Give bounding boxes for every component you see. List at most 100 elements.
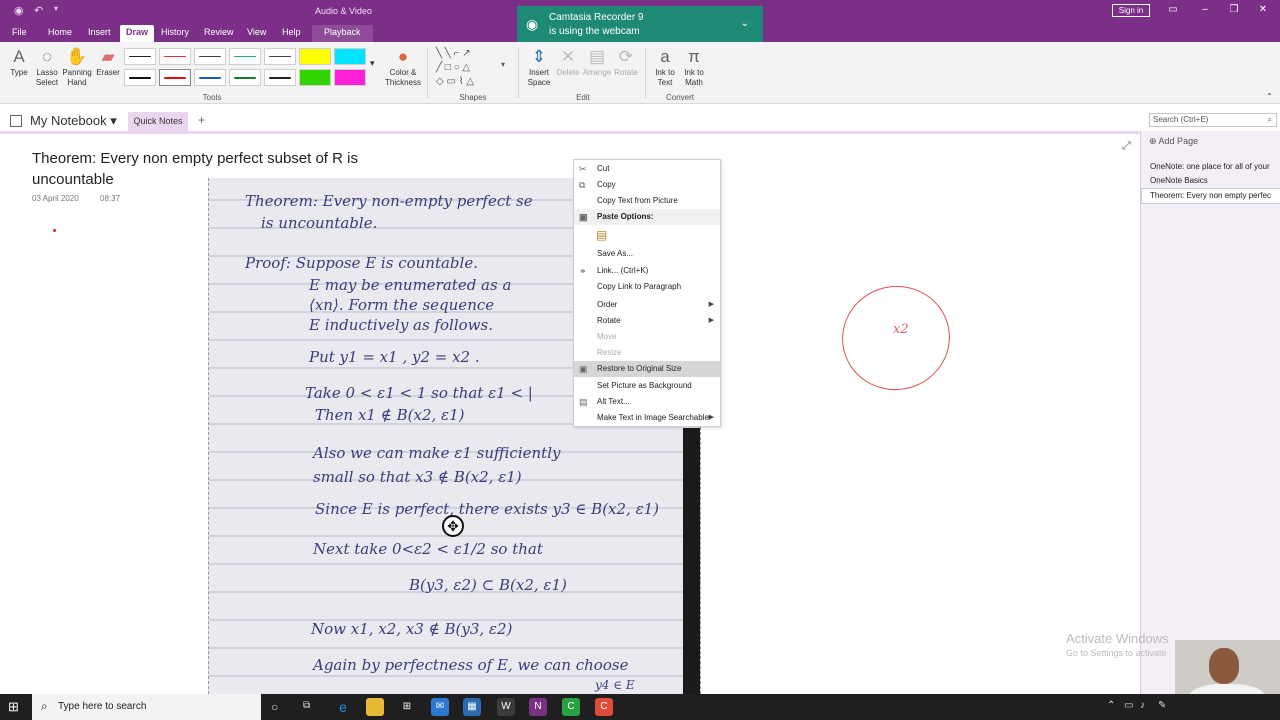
search-input[interactable]: Search (Ctrl+E) ⌕ — [1149, 113, 1277, 127]
pen-green-thick[interactable] — [229, 69, 261, 86]
rectangle-shape-icon[interactable]: ╱ □ ○ △ — [436, 62, 470, 73]
task-view-icon[interactable]: ⧉ — [303, 700, 310, 711]
eraser-tool[interactable]: ▰ Eraser — [94, 46, 122, 78]
menu-item-set-picture-background[interactable]: Set Picture as Background — [574, 378, 720, 394]
pen-darkgray-thick[interactable] — [264, 69, 296, 86]
pen-blue-thin[interactable] — [194, 48, 226, 65]
network-icon[interactable]: ▭ — [1124, 700, 1133, 711]
chevron-down-icon[interactable]: ⌄ — [741, 18, 749, 29]
highlighter-magenta[interactable] — [334, 69, 366, 86]
tab-review[interactable]: Review — [204, 25, 234, 42]
tab-draw[interactable]: Draw — [120, 25, 155, 42]
pen-gray-thin[interactable] — [264, 48, 296, 65]
menu-item-copy-text-from-picture[interactable]: Copy Text from Picture — [574, 193, 720, 209]
whiteboard-icon[interactable]: W — [497, 698, 515, 716]
minimize-button[interactable]: – — [1198, 4, 1212, 15]
pen-blue-thick[interactable] — [194, 69, 226, 86]
cortana-icon[interactable]: ○ — [271, 700, 278, 714]
menu-item-order[interactable]: Order ▶ — [574, 297, 720, 313]
menu-item-link[interactable]: ⚭ Link... (Ctrl+K) — [574, 263, 720, 279]
undo-icon[interactable]: ↶ — [34, 4, 43, 17]
add-page-button[interactable]: ⊕ Add Page — [1149, 136, 1198, 147]
ribbon-separator — [427, 48, 428, 98]
menu-item-cut[interactable]: ✂ Cut — [574, 161, 720, 177]
tab-view[interactable]: View — [247, 25, 266, 42]
tab-insert[interactable]: Insert — [88, 25, 111, 42]
sign-in-button[interactable]: Sign in — [1112, 4, 1150, 17]
file-explorer-icon[interactable] — [366, 698, 384, 716]
windows-start-icon[interactable]: ⊞ — [8, 699, 19, 715]
page-item-selected[interactable]: Theorem: Every non empty perfec — [1141, 188, 1280, 204]
highlighter-green[interactable] — [299, 69, 331, 86]
pen-red-thin[interactable] — [159, 48, 191, 65]
color-thickness-button[interactable]: ● Color & Thickness — [383, 46, 423, 88]
rotate-button[interactable]: ⟳ Rotate — [612, 46, 640, 78]
store-icon[interactable]: ⊞ — [398, 698, 416, 716]
menu-item-resize[interactable]: Resize — [574, 345, 720, 361]
back-icon[interactable]: ◉ — [14, 4, 24, 17]
camtasia-recorder-icon[interactable]: C — [595, 698, 613, 716]
highlighter-cyan[interactable] — [334, 48, 366, 65]
maximize-button[interactable]: ❐ — [1227, 4, 1241, 15]
taskbar-search-input[interactable]: ⌕ Type here to search — [32, 694, 261, 720]
ink-to-math-button[interactable]: π Ink to Math — [679, 46, 709, 88]
type-tool[interactable]: A Type — [6, 46, 32, 78]
arrange-button[interactable]: ▤ Arrange — [582, 46, 612, 78]
photos-icon[interactable]: ▦ — [463, 698, 481, 716]
shapes-more-icon[interactable]: ▾ — [501, 60, 505, 69]
pen-red-thick[interactable] — [159, 69, 191, 86]
ribbon-display-icon[interactable]: ▭ — [1166, 4, 1180, 15]
camtasia-studio-icon[interactable]: C — [562, 698, 580, 716]
webcam-icon: ◉ — [526, 16, 539, 32]
ink-circle[interactable] — [832, 275, 960, 401]
menu-item-save-as[interactable]: Save As... — [574, 246, 720, 262]
menu-item-rotate[interactable]: Rotate ▶ — [574, 313, 720, 329]
menu-item-restore-original-size[interactable]: ▣ Restore to Original Size — [574, 361, 720, 377]
move-handle-icon[interactable]: ✥ — [442, 515, 464, 537]
page-item[interactable]: OneNote: one place for all of your — [1150, 160, 1276, 174]
insert-space-button[interactable]: ⇕ Insert Space — [522, 46, 556, 88]
diamond-shape-icon[interactable]: ◇ ▭ ⌇ △ — [436, 76, 474, 87]
photo-background-edge — [683, 428, 700, 694]
contextual-tab-label: Audio & Video — [315, 6, 372, 16]
line-shape-icon[interactable]: ╲ ╲ ⌐ ↗ — [436, 48, 471, 59]
handwriting-line: Since E is perfect, there exists y3 ∈ B(… — [315, 500, 660, 518]
menu-item-copy[interactable]: ⧉ Copy — [574, 177, 720, 193]
ink-to-text-button[interactable]: a Ink to Text — [650, 46, 680, 88]
highlighter-yellow[interactable] — [299, 48, 331, 65]
handwriting-line: Proof: Suppose E is countable. — [245, 254, 478, 272]
section-tab-quick-notes[interactable]: Quick Notes — [128, 112, 188, 131]
tab-playback[interactable]: Playback — [312, 25, 373, 42]
edge-icon[interactable]: e — [334, 698, 352, 716]
pen-black-thick[interactable] — [124, 69, 156, 86]
expand-icon[interactable]: ⤢ — [1122, 140, 1131, 153]
menu-item-make-text-searchable[interactable]: Make Text in Image Searchable ▶ — [574, 410, 720, 426]
collapse-ribbon-icon[interactable]: ⌃ — [1266, 92, 1273, 102]
webcam-notification[interactable]: ◉ Camtasia Recorder 9 is using the webca… — [517, 6, 763, 42]
menu-item-move[interactable]: Move — [574, 329, 720, 345]
tab-help[interactable]: Help — [282, 25, 301, 42]
tab-home[interactable]: Home — [48, 25, 72, 42]
lasso-select-tool[interactable]: ◌ Lasso Select — [32, 46, 62, 88]
quick-access-dropdown-icon[interactable]: ▾ — [54, 4, 58, 13]
add-section-button[interactable]: + — [198, 113, 205, 127]
delete-button[interactable]: ✕ Delete — [554, 46, 582, 78]
mail-icon[interactable]: ✉ — [431, 698, 449, 716]
notebook-selector[interactable]: My Notebook ▾ — [30, 113, 117, 129]
handwriting-line: Again by perfectness of E, we can choose — [313, 656, 629, 674]
tab-history[interactable]: History — [161, 25, 189, 42]
panning-hand-tool[interactable]: ✋ Panning Hand — [61, 46, 93, 88]
pen-green-thin[interactable] — [229, 48, 261, 65]
volume-icon[interactable]: ♪ — [1140, 700, 1145, 711]
page-item[interactable]: OneNote Basics — [1150, 174, 1276, 188]
pen-black-thin[interactable] — [124, 48, 156, 65]
tray-chevron-icon[interactable]: ⌃ — [1107, 700, 1115, 711]
menu-item-paste-keep-formatting[interactable]: ▤ — [574, 227, 720, 245]
tab-file[interactable]: File — [12, 25, 27, 42]
close-button[interactable]: ✕ — [1256, 4, 1270, 15]
onenote-icon[interactable]: N — [529, 698, 547, 716]
menu-item-copy-link-to-paragraph[interactable]: Copy Link to Paragraph — [574, 279, 720, 295]
pen-workspace-icon[interactable]: ✎ — [1158, 700, 1166, 711]
pen-gallery-more-icon[interactable]: ▾ — [370, 58, 375, 68]
menu-item-alt-text[interactable]: ▤ Alt Text... — [574, 394, 720, 410]
